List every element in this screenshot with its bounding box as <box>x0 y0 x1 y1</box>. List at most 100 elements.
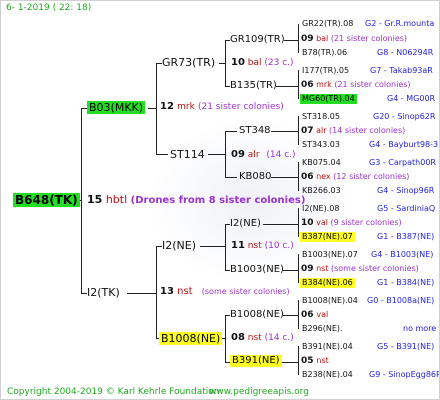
tree-line <box>284 40 298 41</box>
leaf-link[interactable]: G9 - SinopEgg86R <box>369 371 439 379</box>
leaf-link[interactable]: G4 - Bayburt98-3 <box>369 141 438 149</box>
leaf-name[interactable]: B384(NE).06 <box>300 278 355 288</box>
leaf-name[interactable]: B1003(NE).07 <box>302 251 358 259</box>
gen-i2tk: 13 nst (some sister colonies) <box>160 287 290 297</box>
node-i2ne2[interactable]: I2(NE) <box>230 219 261 229</box>
node-gr73[interactable]: GR73(TR) <box>162 57 215 68</box>
gen-note: (some sister colonies) <box>201 287 290 296</box>
date-stamp: 6- 1-2019 ( 22: 18) <box>6 3 92 13</box>
node-kb080[interactable]: KB080 <box>239 172 272 182</box>
gen-number: 10 <box>231 57 245 68</box>
gen-code: mrk <box>177 102 195 112</box>
gen-code: val <box>316 310 329 319</box>
node-b03[interactable]: B03(MKK) <box>87 101 146 114</box>
gen-number: 09 <box>301 264 314 274</box>
gen-number: 06 <box>301 80 314 90</box>
leaf-name[interactable]: B238(NE).04 <box>302 371 353 379</box>
node-b135[interactable]: B135(TR) <box>230 81 277 91</box>
gen-code: alr <box>316 126 327 135</box>
leaf-name[interactable]: KB266.03 <box>302 187 341 195</box>
gen-i2ne2: 10 val (9 sister colonies) <box>301 219 402 228</box>
gen-b1008b: 06 val <box>301 311 328 320</box>
gen-note: (23 c.) <box>264 58 294 68</box>
node-st114[interactable]: ST114 <box>170 149 205 160</box>
leaf-name[interactable]: I177(TR).05 <box>302 67 349 75</box>
gen-code: bal <box>247 58 262 68</box>
gen-code: alr <box>247 150 260 160</box>
leaf-link[interactable]: G4 - MG00R <box>387 95 435 103</box>
tree-line <box>271 131 298 132</box>
leaf-link[interactable]: G5 - B391(NE) <box>377 343 434 351</box>
tree-line <box>225 177 237 178</box>
leaf-link[interactable]: G5 - SardiniaQ <box>377 205 435 213</box>
gen-number: 09 <box>231 149 245 160</box>
tree-line <box>271 177 298 178</box>
gen-note: (9 sister colonies) <box>330 218 402 227</box>
gen-code: mrk <box>316 80 332 89</box>
leaf-link[interactable]: G4 - Sinop96R <box>377 187 434 195</box>
leaf-name[interactable]: B387(NE).07 <box>300 232 355 242</box>
node-b391[interactable]: B391(NE) <box>230 355 282 367</box>
gen-gr109: 09 bal (21 sister colonies) <box>301 35 407 44</box>
leaf-name[interactable]: KB075.04 <box>302 159 341 167</box>
tree-line <box>298 162 299 191</box>
gen-number: 06 <box>301 310 314 320</box>
site-link[interactable]: www.pedigreeapis.org <box>209 388 309 397</box>
gen-note: (14 c.) <box>264 333 294 343</box>
tree-line <box>298 254 299 283</box>
node-i2tk[interactable]: I2(TK) <box>87 287 120 298</box>
gen-code: val <box>316 218 328 227</box>
gen-kb080: 06 nex (12 sister colonies) <box>301 173 409 182</box>
node-b1008[interactable]: B1008(NE) <box>159 332 223 345</box>
leaf-link[interactable]: G2 - Gr.R.mounta <box>365 20 434 28</box>
root-node[interactable]: B648(TK) <box>13 193 80 207</box>
leaf-link[interactable]: no more <box>403 325 436 333</box>
tree-line <box>225 131 226 178</box>
leaf-link[interactable]: G1 - B387(NE) <box>377 233 434 241</box>
tree-line <box>298 300 299 329</box>
gen-code: nst <box>247 333 262 343</box>
gen-number: 13 <box>160 286 174 297</box>
node-b1003[interactable]: B1003(NE) <box>230 265 284 275</box>
tree-line <box>279 362 298 363</box>
gen-number: 11 <box>231 240 245 251</box>
gen-number: 12 <box>160 101 174 112</box>
leaf-name[interactable]: I2(NE).08 <box>302 205 339 213</box>
leaf-name[interactable]: B296(NE). <box>302 325 343 333</box>
leaf-link[interactable]: G1 - B384(NE) <box>377 279 434 287</box>
gen-number: 15 <box>87 193 103 206</box>
leaf-name[interactable]: B78(TR).06 <box>302 49 347 57</box>
gen-code: bal <box>316 34 329 43</box>
gen-code: nst <box>316 264 329 273</box>
leaf-name[interactable]: ST343.03 <box>302 141 340 149</box>
leaf-link[interactable]: G8 - N06294R <box>377 49 433 57</box>
copyright-text: Copyright 2004-2019 © Karl Kehrle Founda… <box>7 387 220 397</box>
gen-b135: 06 mrk (21 sister colonies) <box>301 81 411 90</box>
node-gr109[interactable]: GR109(TR) <box>230 35 285 45</box>
tree-line <box>276 86 298 87</box>
leaf-name[interactable]: B1008(NE).04 <box>302 297 358 305</box>
node-st348[interactable]: ST348 <box>239 126 271 136</box>
gen-note: (Drones from 8 sister colonies) <box>130 195 306 206</box>
gen-b391: 05 nst <box>301 357 329 366</box>
root-gen: 15 hbtl (Drones from 8 sister colonies) <box>87 194 305 206</box>
gen-number: 06 <box>301 172 314 182</box>
node-b1008b[interactable]: B1008(NE) <box>230 310 284 320</box>
tree-line <box>156 246 157 338</box>
leaf-link[interactable]: G0 - B1008a(NE) <box>367 297 434 305</box>
leaf-link[interactable]: G3 - Carpath00R <box>369 159 436 167</box>
tree-line <box>148 108 156 109</box>
tree-line <box>298 346 299 375</box>
leaf-name[interactable]: ST318.05 <box>302 113 340 121</box>
leaf-link[interactable]: G7 - Takab93aR <box>370 67 433 75</box>
leaf-name[interactable]: B391(NE).04 <box>302 343 353 351</box>
tree-line <box>298 24 299 53</box>
leaf-name[interactable]: MG60(TR).04 <box>300 94 357 104</box>
node-i2ne[interactable]: I2(NE) <box>162 240 196 251</box>
tree-line <box>200 246 225 247</box>
leaf-link[interactable]: G4 - B1003(NE) <box>371 251 433 259</box>
leaf-name[interactable]: GR22(TR).08 <box>302 20 353 28</box>
leaf-link[interactable]: G20 - Sinop62R <box>373 113 435 121</box>
gen-note: (10 c.) <box>264 241 294 251</box>
gen-st114: 09 alr (14 c.) <box>231 150 296 160</box>
